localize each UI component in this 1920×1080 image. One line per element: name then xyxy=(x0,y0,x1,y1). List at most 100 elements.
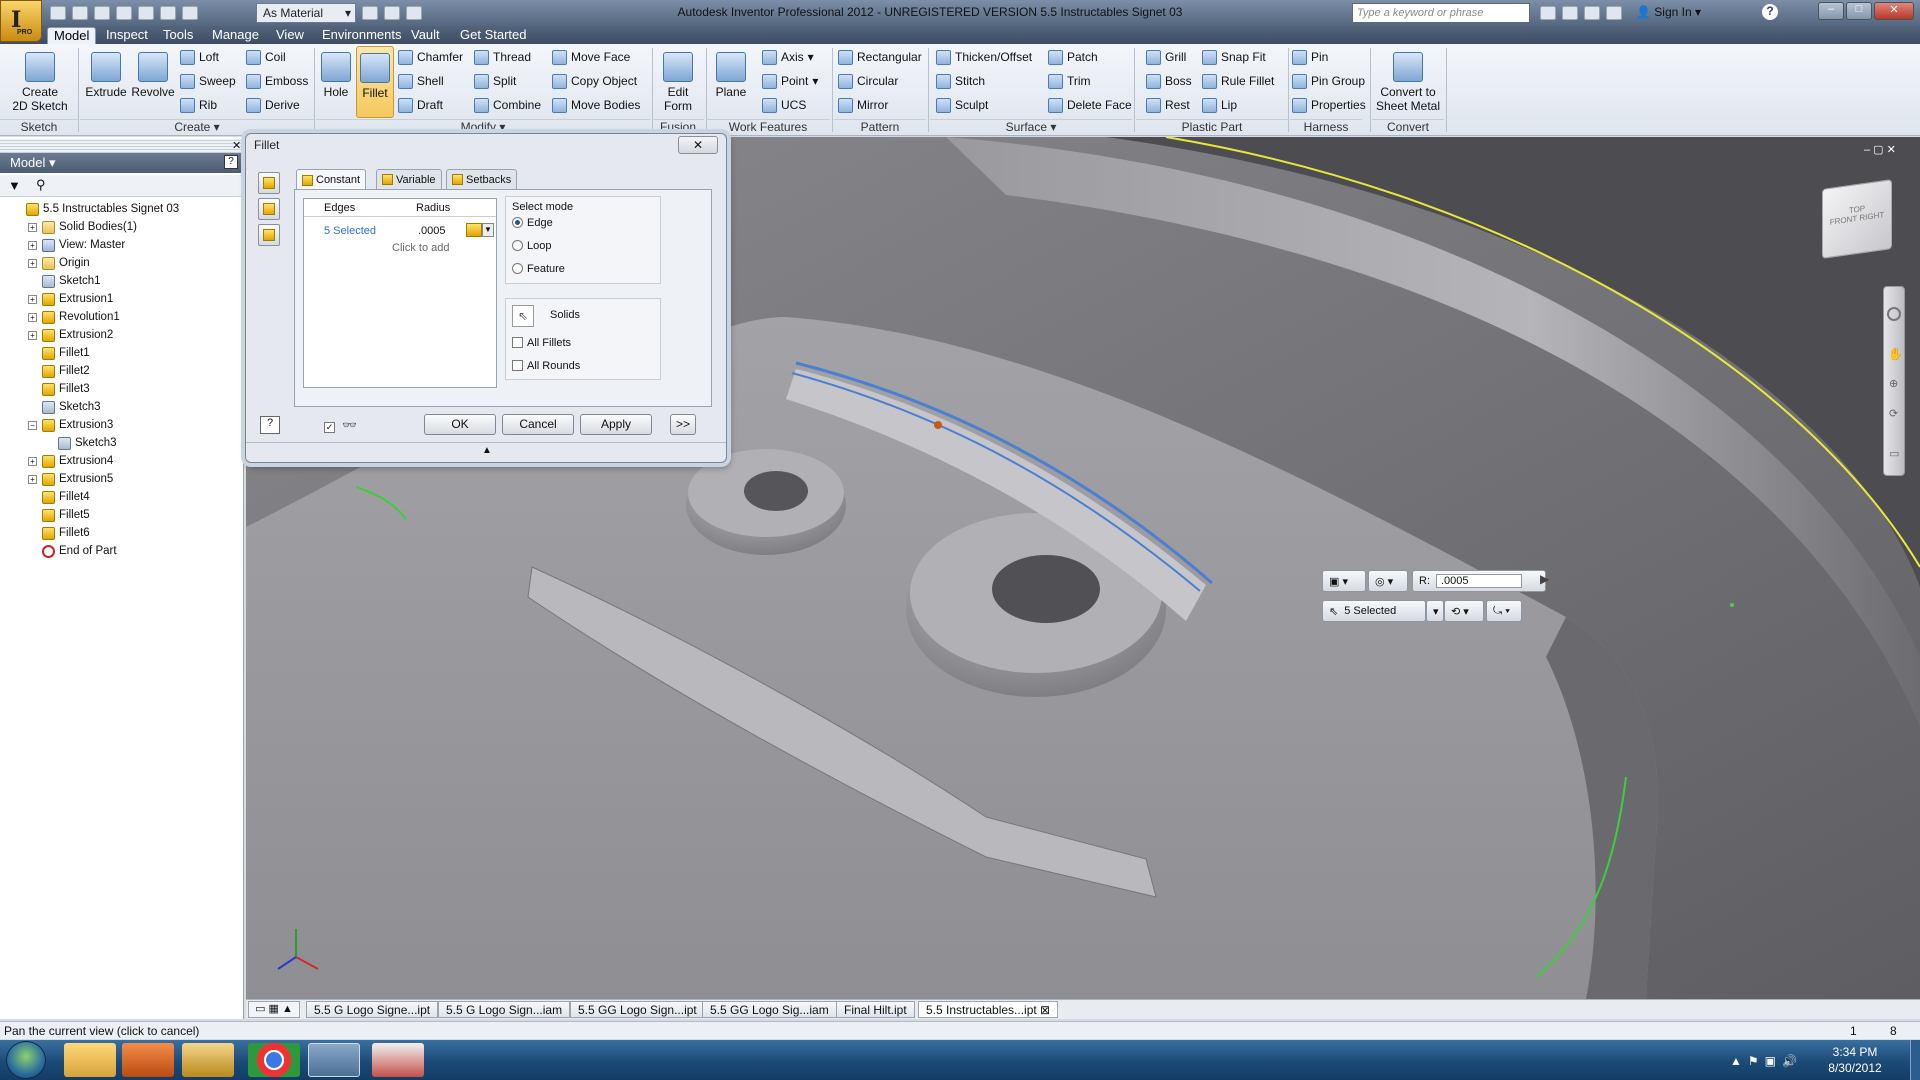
snap-fit-button[interactable]: Snap Fit xyxy=(1202,48,1266,66)
face-select-icon[interactable] xyxy=(258,198,280,220)
properties-button[interactable]: Properties xyxy=(1292,96,1366,114)
find-binoculars-icon[interactable]: ⚲ xyxy=(36,177,46,193)
all-fillets-checkbox[interactable]: All Fillets xyxy=(512,337,571,349)
doc-tab-active[interactable]: 5.5 Instructables...ipt ⊠ xyxy=(918,1001,1059,1018)
mini-apply-arrow-icon[interactable]: ▶ xyxy=(1540,572,1549,586)
circular-pattern-button[interactable]: Circular xyxy=(838,72,898,90)
combine-button[interactable]: Combine xyxy=(474,96,541,114)
mini-selected-dropdown[interactable]: ▾ xyxy=(1426,600,1444,622)
tree-node[interactable]: Sketch3 xyxy=(0,435,240,453)
tree-node[interactable]: + Origin xyxy=(0,255,240,273)
tree-node[interactable]: Fillet6 xyxy=(0,525,240,543)
cancel-button[interactable]: Cancel xyxy=(502,414,574,435)
tree-node[interactable]: Fillet4 xyxy=(0,489,240,507)
plane-button[interactable]: Plane xyxy=(706,46,756,99)
copy-object-button[interactable]: Copy Object xyxy=(552,72,637,90)
hole-button[interactable]: Hole xyxy=(316,46,356,99)
taskbar-clock[interactable]: 3:34 PM 8/30/2012 xyxy=(1800,1044,1910,1076)
stitch-button[interactable]: Stitch xyxy=(936,72,985,90)
edge-set-icon[interactable] xyxy=(466,223,482,237)
edit-form-button[interactable]: Edit Form xyxy=(652,46,704,113)
tree-expand-icon[interactable]: + xyxy=(28,295,37,304)
mode-feature-radio[interactable]: Feature xyxy=(512,263,565,275)
lip-button[interactable]: Lip xyxy=(1202,96,1237,114)
help-icon[interactable]: ? xyxy=(1762,4,1778,20)
ok-button[interactable]: OK xyxy=(424,414,496,435)
inventor-active-icon[interactable] xyxy=(308,1043,360,1077)
all-rounds-checkbox[interactable]: All Rounds xyxy=(512,360,580,372)
tree-expand-icon[interactable]: + xyxy=(28,223,37,232)
tab-layout-icons[interactable]: ▭ ▦ ▲ xyxy=(248,1001,300,1018)
split-button[interactable]: Split xyxy=(474,72,516,90)
mode-edge-radio[interactable]: Edge xyxy=(512,217,553,229)
convert-to-sheet-metal-button[interactable]: Convert to Sheet Metal xyxy=(1372,46,1444,113)
tree-expand-icon[interactable]: + xyxy=(28,331,37,340)
tab-model[interactable]: Model xyxy=(47,27,97,44)
tab-view[interactable]: View xyxy=(270,27,310,44)
browser-close-icon[interactable]: ✕ xyxy=(232,139,241,152)
ucs-button[interactable]: UCS xyxy=(762,96,806,114)
select-icon[interactable] xyxy=(160,6,176,20)
measure-icon[interactable] xyxy=(406,6,422,20)
appearance-icon[interactable] xyxy=(384,6,400,20)
radius-value-cell[interactable]: .0005 xyxy=(418,225,446,237)
preview-checkbox[interactable]: ✓ xyxy=(324,419,339,433)
material-dropdown[interactable]: As Material ▾ xyxy=(256,3,356,23)
update-icon[interactable] xyxy=(182,6,198,20)
chamfer-button[interactable]: Chamfer xyxy=(398,48,463,66)
tree-node[interactable]: Sketch3 xyxy=(0,399,240,417)
delete-face-button[interactable]: Delete Face xyxy=(1048,96,1132,114)
sculpt-button[interactable]: Sculpt xyxy=(936,96,988,114)
grill-button[interactable]: Grill xyxy=(1146,48,1186,66)
create-2d-sketch-button[interactable]: Create 2D Sketch xyxy=(10,46,70,113)
zoom-icon[interactable]: ⊕ xyxy=(1889,377,1898,390)
thicken-offset-button[interactable]: Thicken/Offset xyxy=(936,48,1032,66)
draft-button[interactable]: Draft xyxy=(398,96,443,114)
tree-node[interactable]: Sketch1 xyxy=(0,273,240,291)
tree-node[interactable]: + Extrusion1 xyxy=(0,291,240,309)
communication-icon[interactable] xyxy=(1584,6,1600,20)
thread-button[interactable]: Thread xyxy=(474,48,531,66)
move-bodies-button[interactable]: Move Bodies xyxy=(552,96,640,114)
maximize-button[interactable]: □ xyxy=(1846,2,1872,20)
tree-node[interactable]: + Solid Bodies(1) xyxy=(0,219,240,237)
edge-select-icon[interactable] xyxy=(258,172,280,194)
extrude-button[interactable]: Extrude xyxy=(80,46,132,99)
tab-tools[interactable]: Tools xyxy=(157,27,199,44)
tab-constant[interactable]: Constant xyxy=(296,169,367,190)
new-icon[interactable] xyxy=(50,6,66,20)
browser-help-icon[interactable]: ? xyxy=(224,155,238,169)
rest-button[interactable]: Rest xyxy=(1146,96,1190,114)
rectangular-pattern-button[interactable]: Rectangular xyxy=(838,48,922,66)
fillet-button[interactable]: Fillet xyxy=(356,46,394,118)
paint-icon[interactable] xyxy=(372,1043,424,1077)
star-icon[interactable] xyxy=(1606,6,1622,20)
filter-icon[interactable]: ▼ xyxy=(8,178,21,193)
chrome-icon[interactable] xyxy=(248,1043,300,1077)
tree-node[interactable]: Fillet5 xyxy=(0,507,240,525)
dialog-help-icon[interactable]: ? xyxy=(260,416,280,434)
sign-in-link[interactable]: 👤 Sign In ▾ xyxy=(1636,5,1701,19)
pin-button[interactable]: Pin xyxy=(1292,48,1328,66)
tab-manage[interactable]: Manage xyxy=(206,27,265,44)
show-desktop-button[interactable] xyxy=(1910,1040,1920,1080)
doc-tab[interactable]: Final Hilt.ipt xyxy=(836,1001,915,1018)
tree-node[interactable]: + Extrusion4 xyxy=(0,453,240,471)
binoculars-icon[interactable] xyxy=(1540,6,1556,20)
apply-button[interactable]: Apply xyxy=(580,414,652,435)
mini-radius-input[interactable]: .0005 xyxy=(1436,574,1522,588)
search-input[interactable]: Type a keyword or phrase xyxy=(1352,3,1530,23)
emboss-button[interactable]: Emboss xyxy=(246,72,308,90)
browser-grip[interactable] xyxy=(0,139,244,153)
open-icon[interactable] xyxy=(72,6,88,20)
fillet-grip[interactable] xyxy=(934,421,942,429)
tree-node[interactable]: + Revolution1 xyxy=(0,309,240,327)
close-window-button[interactable]: ✕ xyxy=(1874,2,1914,20)
mirror-button[interactable]: Mirror xyxy=(838,96,888,114)
inventor-pro-icon[interactable] xyxy=(182,1043,234,1077)
mini-radius-field[interactable]: R: .0005 xyxy=(1412,570,1546,592)
application-menu-button[interactable]: I PRO xyxy=(0,0,42,42)
doc-tab[interactable]: 5.5 G Logo Signe...ipt xyxy=(306,1001,439,1018)
solids-select-icon[interactable]: ⇖ xyxy=(512,305,534,327)
orbit-icon[interactable]: ⟳ xyxy=(1889,407,1898,420)
